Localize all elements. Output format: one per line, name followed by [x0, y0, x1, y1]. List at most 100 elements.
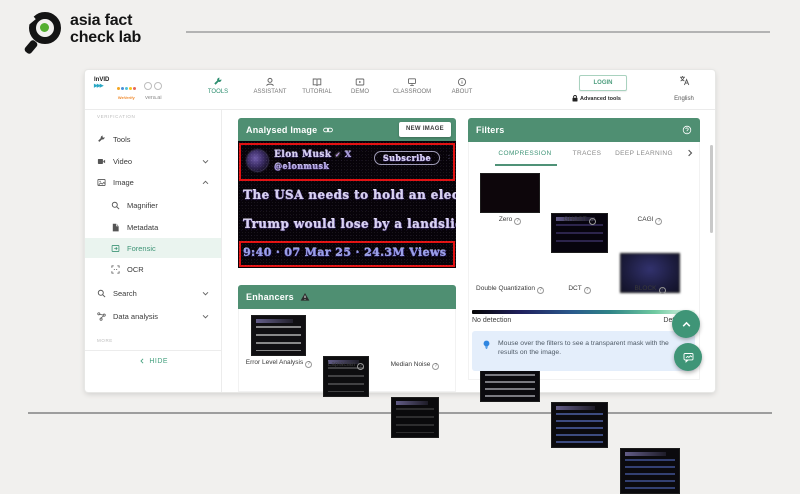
question-icon[interactable]: ?	[589, 218, 596, 225]
tweet-text-line2: Trump would lose by a landslide.	[243, 217, 456, 231]
annotation-box-header	[239, 143, 455, 181]
filters-tip: Mouse over the filters to see a transpar…	[472, 331, 695, 371]
nav-tab-label: ASSISTANT	[254, 89, 287, 95]
top-navbar: InVID ▶▶▶ WeVerify vera.ai TOOLS ASSISTA…	[85, 70, 715, 110]
invid-triangles-icon: ▶▶▶	[94, 83, 109, 89]
question-icon[interactable]: ?	[357, 363, 364, 370]
logo-row: InVID ▶▶▶ WeVerify vera.ai	[94, 77, 163, 101]
hide-sidebar-button[interactable]: HIDE	[85, 358, 222, 365]
language-selector[interactable]: English	[663, 75, 705, 105]
chevron-right-icon[interactable]	[686, 149, 694, 157]
sidebar-section-more: MORE	[97, 338, 113, 343]
sidebar-item-image[interactable]: Image	[85, 174, 221, 190]
sidebar-item-label: Video	[113, 157, 132, 166]
vera-logo-text: vera.ai	[143, 95, 163, 101]
filters-header: Filters	[468, 118, 700, 142]
sidebar-divider	[85, 350, 222, 351]
enhancers-title: Enhancers	[246, 292, 294, 302]
image-icon	[97, 178, 106, 187]
detection-gradient-bar	[472, 310, 695, 314]
filters-tab-deep-learning[interactable]: DEEP LEARNING	[608, 150, 680, 157]
filter-thumb-zero[interactable]	[480, 173, 540, 213]
sidebar-section-verification: VERIFICATION	[97, 114, 135, 119]
filter-label-dct[interactable]: DCT?	[551, 285, 608, 294]
data-analysis-icon	[97, 312, 106, 321]
forensic-icon	[111, 244, 120, 253]
chat-icon	[683, 352, 694, 363]
enhancer-label-error-level-analysis[interactable]: Error Level Analysis?	[245, 359, 313, 368]
top-divider	[186, 31, 770, 33]
invid-logo: InVID ▶▶▶	[94, 77, 109, 89]
sidebar-item-tools[interactable]: Tools	[85, 131, 221, 147]
classroom-screen-icon	[407, 77, 417, 87]
sidebar-item-magnifier[interactable]: Magnifier	[85, 197, 221, 213]
question-icon[interactable]: ?	[514, 218, 521, 225]
vera-logo: vera.ai	[143, 77, 163, 101]
sidebar-item-data-analysis[interactable]: Data analysis	[85, 308, 221, 324]
weverify-logo: WeVerify	[116, 77, 136, 100]
sidebar-item-ocr[interactable]: OCR	[85, 261, 221, 277]
enhancer-thumb-median-noise[interactable]	[391, 397, 439, 438]
filter-label-cagi[interactable]: CAGI?	[620, 216, 680, 225]
filter-thumb-block[interactable]	[620, 448, 680, 494]
question-icon[interactable]: ?	[305, 361, 312, 368]
nav-tab-label: DEMO	[351, 89, 369, 95]
warning-icon[interactable]	[300, 292, 310, 302]
sidebar-item-video[interactable]: Video	[85, 153, 221, 169]
link-icon[interactable]	[323, 125, 333, 135]
enhancers-header: Enhancers	[238, 285, 456, 309]
enhancer-label-laplacian[interactable]: Laplacian?	[315, 361, 377, 370]
active-tab-underline	[495, 164, 557, 166]
nav-tab-classroom[interactable]: CLASSROOM	[386, 77, 438, 95]
lock-icon	[572, 95, 578, 102]
search-icon	[97, 289, 106, 298]
login-button[interactable]: LOGIN	[579, 75, 627, 91]
analysed-image[interactable]: Elon Musk ✓ X @elonmusk Subscribe : The …	[238, 141, 456, 268]
nav-tab-label: TOOLS	[208, 89, 228, 95]
filters-tip-text: Mouse over the filters to see a transpar…	[498, 339, 684, 357]
nav-tab-about[interactable]: ABOUT	[436, 77, 488, 95]
sidebar-item-label: Search	[113, 289, 137, 298]
sidebar-item-metadata[interactable]: Metadata	[85, 219, 221, 235]
question-icon[interactable]: ?	[537, 287, 544, 294]
magnifier-icon	[111, 201, 120, 210]
question-icon[interactable]: ?	[659, 287, 666, 294]
sidebar-item-label: Data analysis	[113, 312, 158, 321]
question-circle-icon[interactable]	[682, 125, 692, 135]
sidebar-item-label: Forensic	[127, 244, 156, 253]
filter-thumb-dct[interactable]	[551, 402, 608, 448]
weverify-logo-text: WeVerify	[116, 95, 136, 100]
sidebar-item-forensic[interactable]: Forensic	[85, 238, 221, 258]
nav-tab-assistant[interactable]: ASSISTANT	[244, 77, 296, 95]
filters-tab-compression[interactable]: COMPRESSION	[485, 150, 565, 157]
filter-label-block[interactable]: BLOCK?	[620, 285, 680, 294]
analysed-image-title: Analysed Image	[246, 125, 317, 135]
sidebar-item-label: Tools	[113, 135, 131, 144]
question-icon[interactable]: ?	[655, 218, 662, 225]
filter-label-ghost[interactable]: GHOST?	[551, 216, 608, 225]
enhancers-body: Error Level Analysis? Laplacian? Median …	[238, 309, 456, 392]
enhancer-label-median-noise[interactable]: Median Noise?	[381, 361, 449, 370]
app-window: InVID ▶▶▶ WeVerify vera.ai TOOLS ASSISTA…	[85, 70, 715, 392]
sidebar-item-search[interactable]: Search	[85, 285, 221, 301]
question-icon[interactable]: ?	[584, 287, 591, 294]
feedback-button[interactable]	[674, 343, 702, 371]
sidebar-item-label: Metadata	[127, 223, 158, 232]
filter-label-double-quantization[interactable]: Double Quantization?	[475, 285, 545, 294]
language-label: English	[674, 96, 694, 102]
nav-tab-demo[interactable]: DEMO	[334, 77, 386, 95]
enhancer-thumb-error-level-analysis[interactable]	[251, 315, 306, 356]
advanced-tools-label: Advanced tools	[580, 96, 621, 102]
book-icon	[312, 77, 322, 87]
scrollbar-thumb[interactable]	[710, 145, 713, 233]
scroll-to-top-button[interactable]	[672, 310, 700, 338]
question-icon[interactable]: ?	[432, 363, 439, 370]
weverify-dots-icon	[116, 77, 136, 94]
filter-label-zero[interactable]: Zero?	[480, 216, 540, 225]
tweet-text-line1: The USA needs to hold an election.	[243, 188, 456, 202]
nav-tab-tools[interactable]: TOOLS	[192, 77, 244, 95]
new-image-button[interactable]: NEW IMAGE	[399, 122, 451, 137]
advanced-tools-toggle[interactable]: Advanced tools	[572, 95, 621, 102]
magnifier-logo-icon	[26, 10, 66, 54]
filters-tab-traces[interactable]: TRACES	[562, 150, 612, 157]
